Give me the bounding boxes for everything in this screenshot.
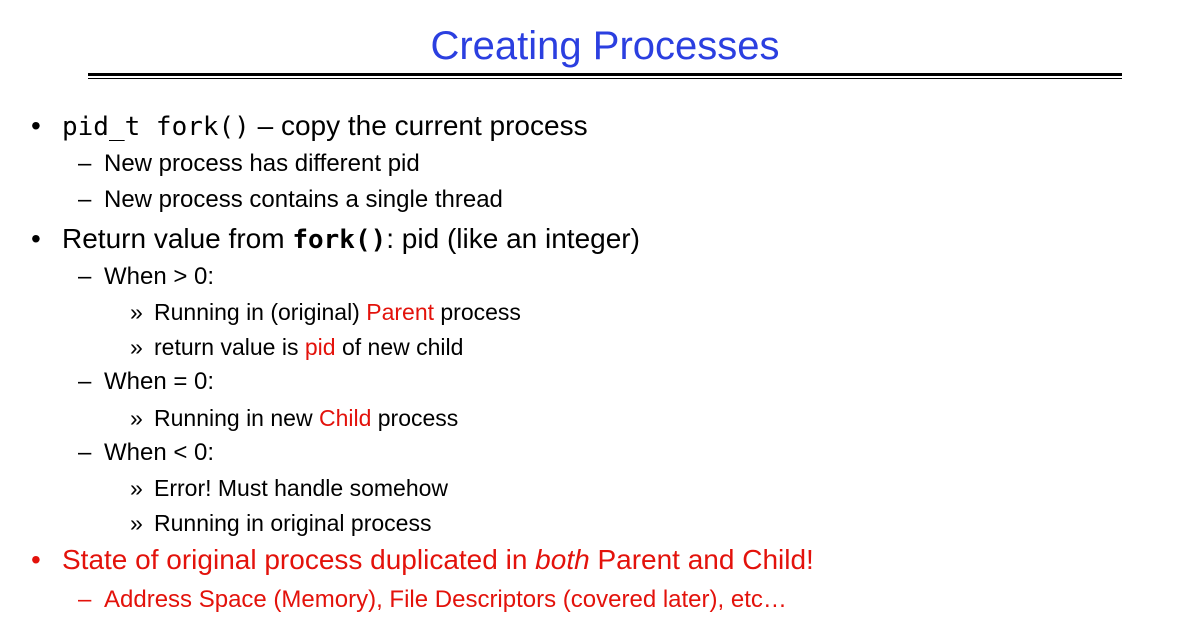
sub-bullet-text: New process contains a single thread	[104, 186, 503, 213]
bullet-marker: •	[31, 110, 41, 141]
subsub-child-process: » Running in new Child process	[130, 403, 458, 433]
subsub-text-after: process	[434, 299, 521, 325]
sub-bullet-text: Address Space (Memory), File Descriptors…	[104, 586, 787, 613]
bullet-marker: •	[31, 223, 41, 254]
subsub-text-after: process	[371, 405, 459, 431]
return-value-text-after: : pid (like an integer)	[386, 223, 640, 254]
bullet-return-value: • Return value from fork(): pid (like an …	[31, 222, 640, 257]
dash-marker: –	[78, 150, 92, 177]
state-text-before: State of original process duplicated in	[62, 544, 536, 575]
raquo-marker: »	[130, 475, 143, 501]
subsub-parent-process: » Running in (original) Parent process	[130, 297, 521, 327]
sub-bullet-single-thread: – New process contains a single thread	[78, 185, 503, 215]
fork-description: – copy the current process	[249, 110, 588, 141]
raquo-marker: »	[130, 510, 143, 536]
sub-bullet-when-eq-zero: – When = 0:	[78, 367, 214, 397]
dash-marker: –	[78, 186, 92, 213]
raquo-marker: »	[130, 334, 143, 360]
subsub-text-after: of new child	[335, 334, 464, 360]
dash-marker: –	[78, 368, 92, 395]
when-gt-label: When > 0:	[104, 263, 215, 290]
emphasis-both: both	[535, 544, 590, 575]
dash-marker: –	[78, 439, 92, 466]
return-value-text-before: Return value from	[62, 223, 293, 254]
highlight-parent: Parent	[366, 299, 434, 325]
subsub-text-before: return value is	[154, 334, 305, 360]
dash-marker: –	[78, 263, 92, 290]
when-lt-label: When < 0:	[104, 439, 215, 466]
fork-signature-code: pid_t fork()	[62, 112, 250, 142]
sub-bullet-when-gt-zero: – When > 0:	[78, 262, 214, 292]
raquo-marker: »	[130, 299, 143, 325]
bullet-fork: • pid_t fork() – copy the current process	[31, 109, 588, 144]
title-rule-thick	[88, 73, 1122, 76]
sub-bullet-when-lt-zero: – When < 0:	[78, 438, 214, 468]
subsub-text-before: Running in new	[154, 405, 319, 431]
subsub-original-process: » Running in original process	[130, 508, 431, 538]
subsub-error: » Error! Must handle somehow	[130, 473, 448, 503]
subsub-text-before: Running in (original)	[154, 299, 367, 325]
highlight-child: Child	[318, 405, 372, 431]
sub-bullet-text: New process has different pid	[104, 150, 420, 177]
title-rule-thin	[88, 78, 1122, 79]
slide-title: Creating Processes	[430, 24, 780, 68]
bullet-marker: •	[31, 544, 41, 575]
bullet-state-duplicated: • State of original process duplicated in…	[31, 543, 814, 577]
subsub-return-pid: » return value is pid of new child	[130, 332, 463, 362]
highlight-pid: pid	[304, 334, 336, 360]
subsub-text: Running in original process	[154, 510, 432, 536]
subsub-text: Error! Must handle somehow	[154, 475, 449, 501]
fork-call-code: fork()	[292, 225, 387, 255]
sub-bullet-different-pid: – New process has different pid	[78, 149, 420, 179]
state-text-after: Parent and Child!	[589, 544, 814, 575]
raquo-marker: »	[130, 405, 143, 431]
sub-bullet-address-space: – Address Space (Memory), File Descriptor…	[78, 585, 787, 615]
when-eq-label: When = 0:	[104, 368, 215, 395]
dash-marker: –	[78, 586, 92, 613]
